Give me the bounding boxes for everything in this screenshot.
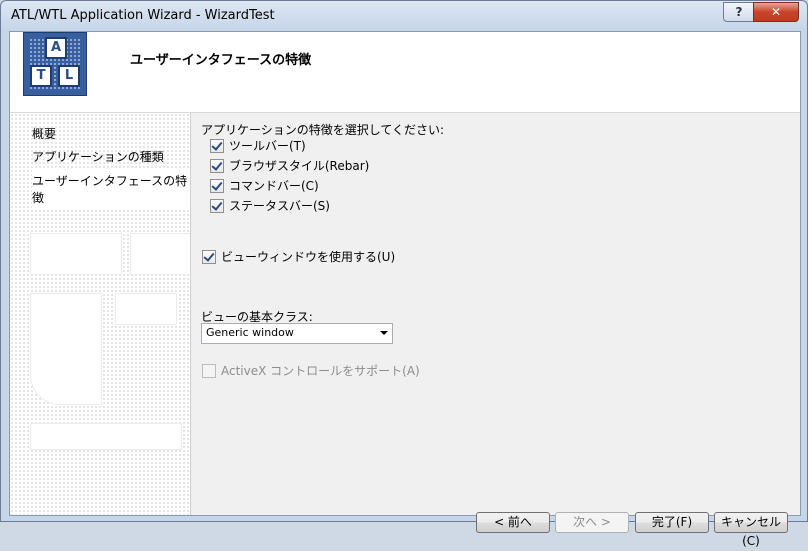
toolbar-checkbox-label: ツールバー(T) xyxy=(229,139,306,153)
features-group-label: アプリケーションの特徴を選択してください: xyxy=(201,123,445,137)
finish-button[interactable]: 完了(F) xyxy=(635,512,709,533)
use-view-checkbox-label: ビューウィンドウを使用する(U) xyxy=(221,250,396,264)
watermark-shape xyxy=(30,293,102,405)
sidebar-item-app-type[interactable]: アプリケーションの種類 xyxy=(32,146,164,167)
sidebar-item-ui-features[interactable]: ユーザーインタフェースの特徴 xyxy=(32,170,190,208)
statusbar-checkbox[interactable] xyxy=(210,198,224,213)
commandbar-checkbox[interactable] xyxy=(210,178,224,193)
wizard-window: ATL/WTL Application Wizard - WizardTest … xyxy=(0,0,808,548)
next-button[interactable]: 次へ > xyxy=(555,512,629,533)
statusbar-checkbox-row[interactable]: ステータスバー(S) xyxy=(210,197,330,214)
rebar-checkbox[interactable] xyxy=(210,158,224,173)
activex-checkbox-row[interactable]: ActiveX コントロールをサポート(A) xyxy=(202,362,420,379)
watermark-shape xyxy=(130,233,190,275)
view-class-value: Generic window xyxy=(206,326,294,339)
sidebar-item-overview[interactable]: 概要 xyxy=(32,123,56,144)
sidebar: 概要 アプリケーションの種類 ユーザーインタフェースの特徴 xyxy=(10,113,191,515)
title-bar[interactable]: ATL/WTL Application Wizard - WizardTest … xyxy=(1,1,807,31)
toolbar-checkbox[interactable] xyxy=(210,138,224,153)
help-button[interactable]: ? xyxy=(723,2,755,22)
toolbar-checkbox-row[interactable]: ツールバー(T) xyxy=(210,137,306,154)
activex-checkbox[interactable] xyxy=(202,363,216,378)
logo-letter: A xyxy=(45,37,67,59)
statusbar-checkbox-label: ステータスバー(S) xyxy=(229,199,330,213)
view-class-dropdown[interactable]: Generic window xyxy=(201,323,393,344)
wizard-client-area: A T L ユーザーインタフェースの特徴 概要 アプリケーションの種類 ユーザー… xyxy=(9,31,801,548)
rebar-checkbox-row[interactable]: ブラウザスタイル(Rebar) xyxy=(210,157,369,174)
atl-logo: A T L xyxy=(23,32,87,96)
watermark-shape xyxy=(30,233,122,275)
wizard-header: A T L ユーザーインタフェースの特徴 xyxy=(10,32,800,113)
use-view-checkbox[interactable] xyxy=(202,249,216,264)
commandbar-checkbox-row[interactable]: コマンドバー(C) xyxy=(210,177,319,194)
logo-letter: L xyxy=(58,65,80,87)
cancel-button[interactable]: キャンセル(C) xyxy=(714,512,788,548)
back-button[interactable]: < 前へ xyxy=(476,512,550,533)
chevron-down-icon[interactable] xyxy=(380,331,388,335)
rebar-checkbox-label: ブラウザスタイル(Rebar) xyxy=(229,159,370,173)
close-button[interactable]: ✕ xyxy=(753,2,799,22)
use-view-checkbox-row[interactable]: ビューウィンドウを使用する(U) xyxy=(202,248,395,265)
watermark-shape xyxy=(115,293,177,325)
watermark-shape xyxy=(30,423,182,450)
activex-checkbox-label: ActiveX コントロールをサポート(A) xyxy=(221,364,420,378)
logo-letter: T xyxy=(30,65,52,87)
commandbar-checkbox-label: コマンドバー(C) xyxy=(229,179,319,193)
window-title: ATL/WTL Application Wizard - WizardTest xyxy=(11,8,275,23)
main-panel: アプリケーションの特徴を選択してください: ツールバー(T) ブラウザスタイル(… xyxy=(191,113,800,548)
page-title: ユーザーインタフェースの特徴 xyxy=(130,53,312,68)
